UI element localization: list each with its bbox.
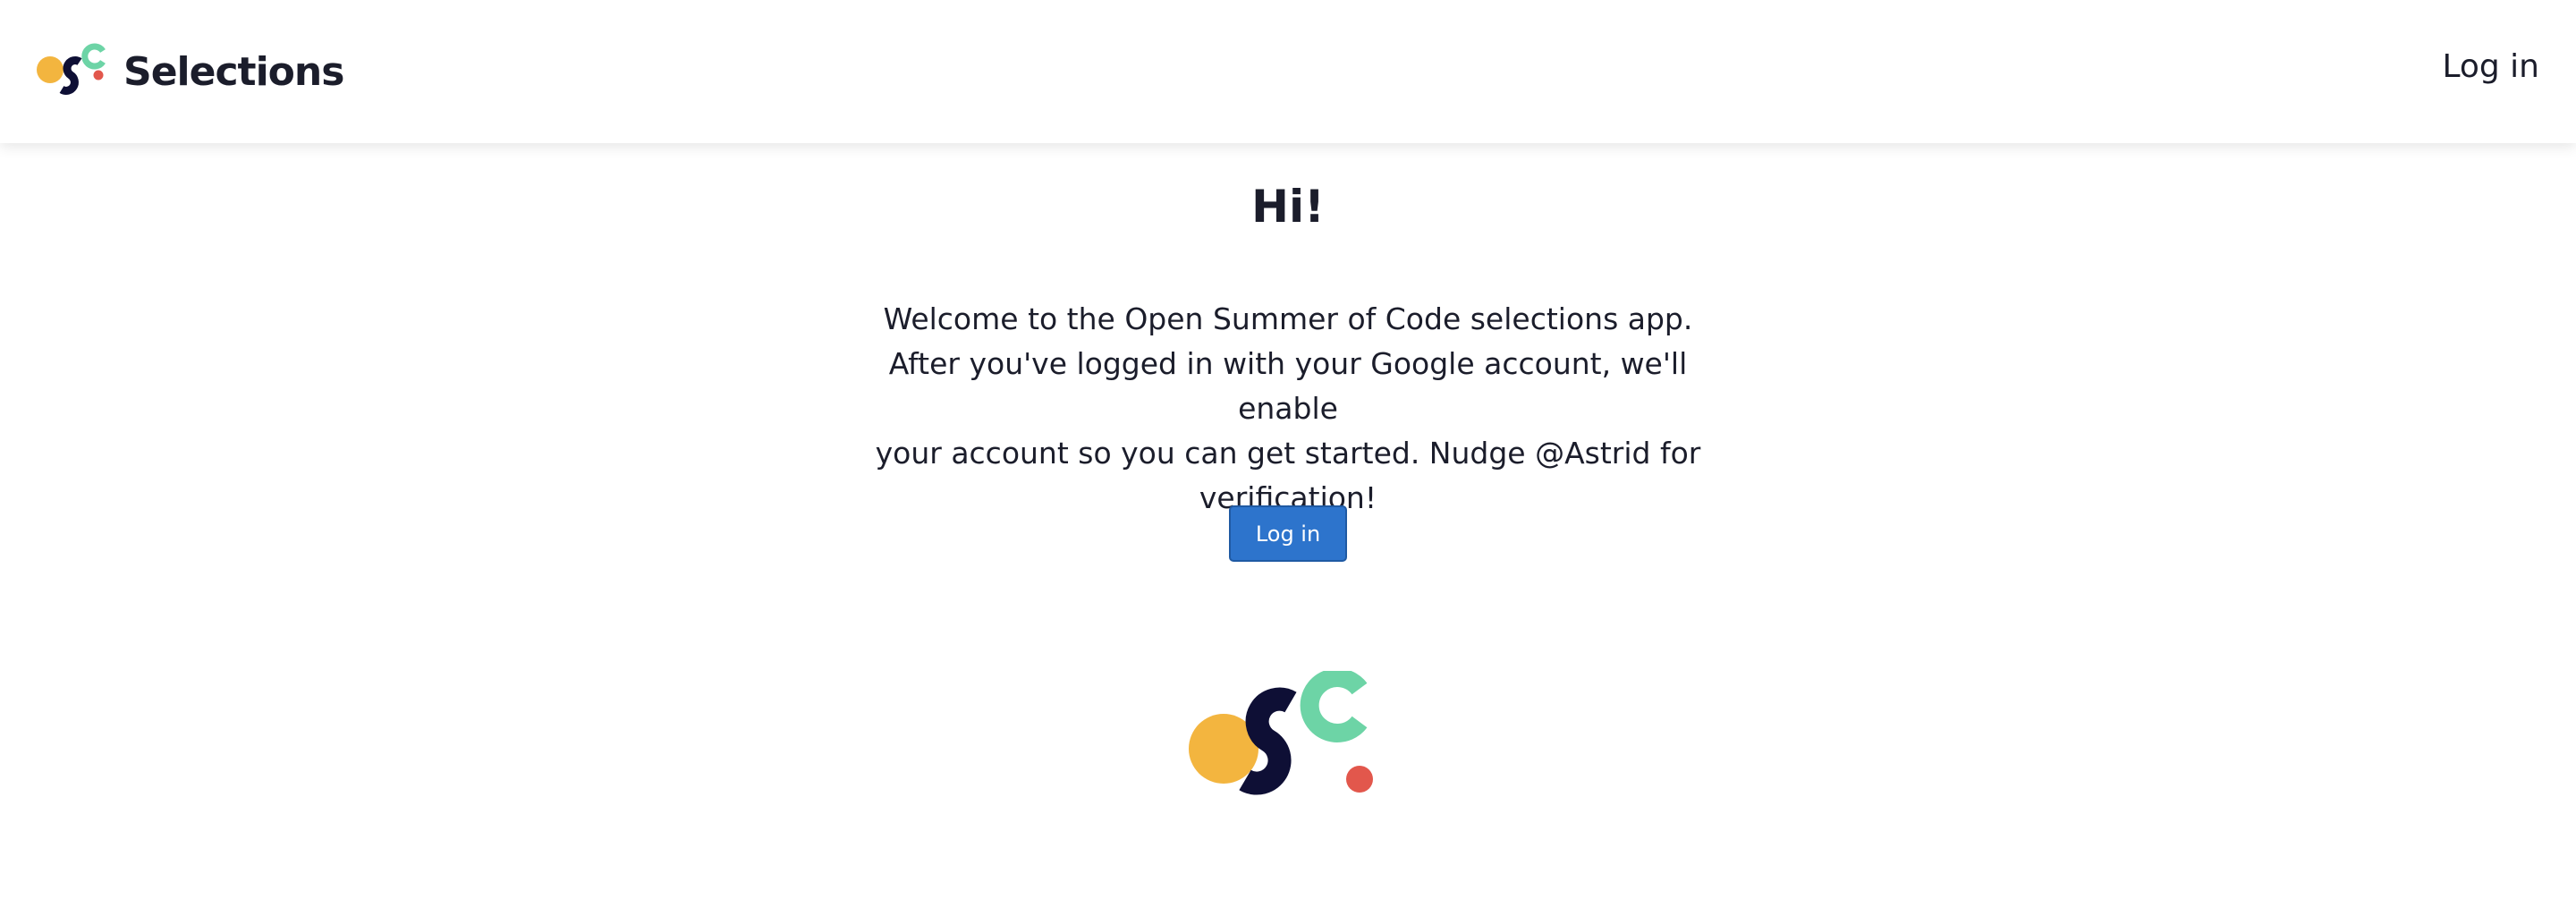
osc-logo-icon [1189,671,1373,795]
brand[interactable]: Selections [36,39,344,104]
main-content: Hi! Welcome to the Open Summer of Code s… [0,143,2576,916]
intro-text: Welcome to the Open Summer of Code selec… [841,297,1735,521]
osc-logo-icon [37,43,106,95]
intro-line: Welcome to the Open Summer of Code selec… [883,301,1693,336]
intro-line: your account so you can get started. Nud… [875,436,1701,471]
login-button[interactable]: Log in [1229,505,1347,562]
greeting-heading: Hi! [1251,181,1325,233]
intro-line: After you've logged in with your Google … [888,346,1688,426]
top-navbar: Selections Log in [0,0,2576,143]
brand-title: Selections [123,48,344,95]
nav-login-link[interactable]: Log in [2442,48,2539,85]
